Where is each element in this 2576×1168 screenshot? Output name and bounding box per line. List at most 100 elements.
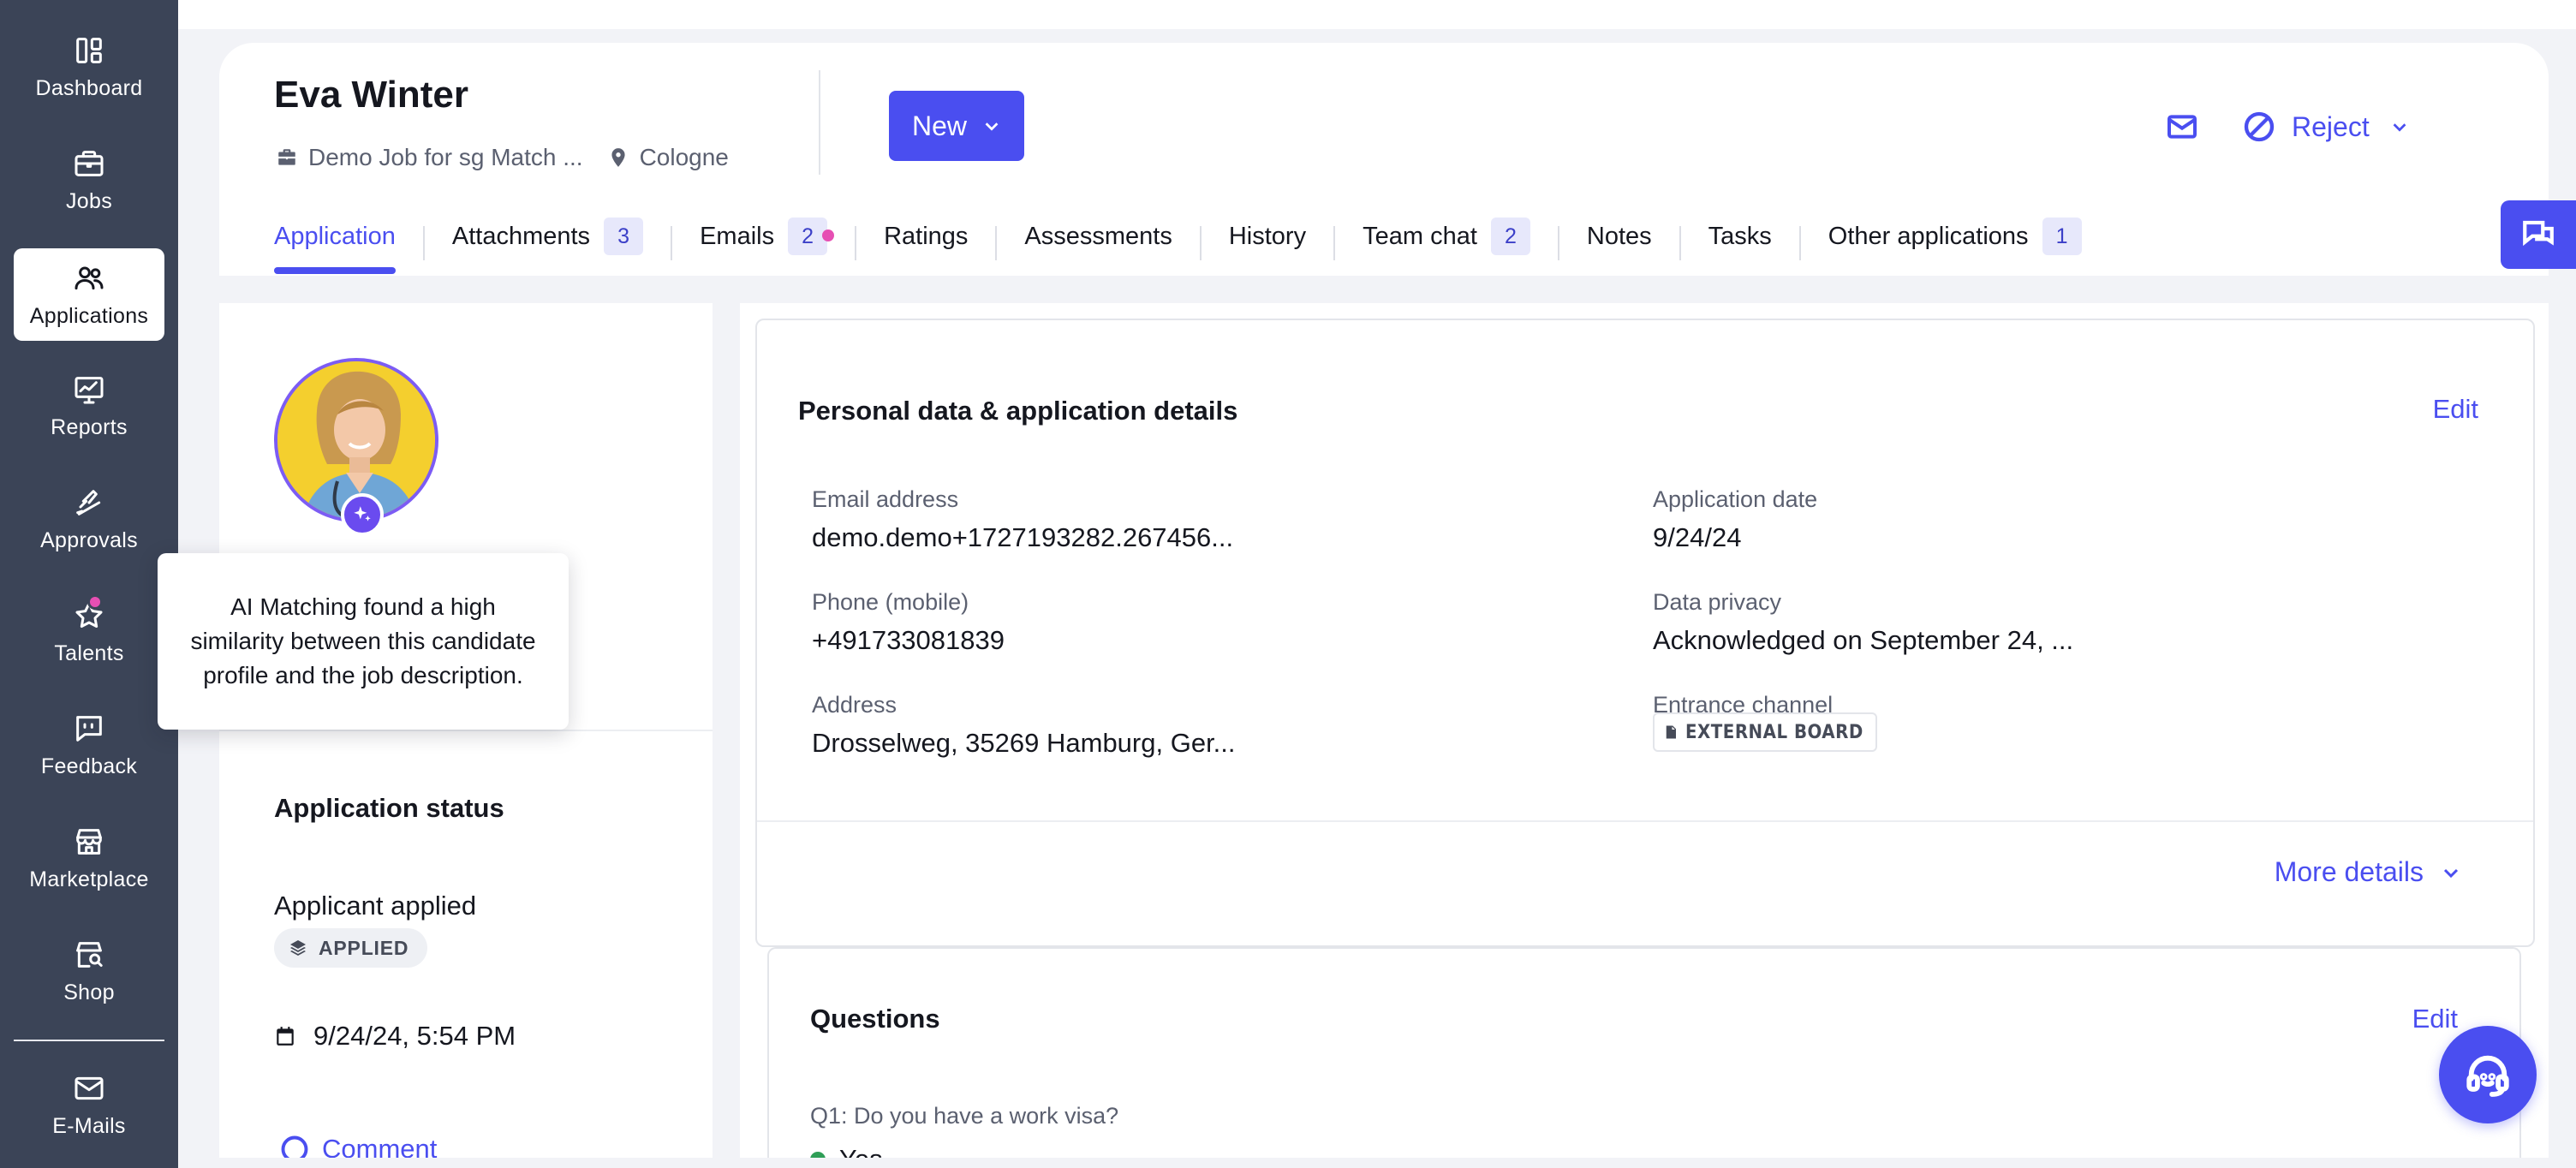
status-dropdown-label: New: [911, 110, 967, 141]
layers-icon: [290, 940, 306, 956]
tab-label: Application: [274, 223, 396, 250]
sparkles-icon: [354, 506, 371, 521]
briefcase-icon: [75, 150, 104, 176]
personal-data-card: Personal data & application details Edit…: [755, 319, 2535, 947]
tab-separator: [1333, 226, 1336, 260]
ban-icon: [2244, 111, 2275, 142]
sidebar-item-reports[interactable]: Reports: [14, 360, 164, 452]
tab-assessments[interactable]: Assessments: [1024, 206, 1172, 276]
more-details-toggle[interactable]: More details: [2275, 856, 2461, 888]
application-details: Personal data & application details Edit…: [740, 303, 2549, 1168]
sidebar-item-label: Dashboard: [35, 75, 143, 100]
candidate-profile-panel: Application status Applicant applied APP…: [219, 303, 713, 1168]
dashboard-icon: [76, 37, 102, 63]
status-dropdown-button[interactable]: New: [889, 91, 1024, 161]
support-chat-button[interactable]: [2439, 1026, 2537, 1123]
tab-ratings[interactable]: Ratings: [884, 206, 968, 276]
feedback-icon: [76, 715, 102, 742]
tab-label: Attachments: [451, 223, 591, 250]
sidebar-item-feedback[interactable]: Feedback: [14, 699, 164, 791]
tooltip-text: AI Matching found a high similarity betw…: [190, 593, 536, 688]
location-pin-icon: [611, 148, 625, 167]
tab-count: 1: [2042, 218, 2082, 255]
tab-separator: [995, 226, 998, 260]
candidate-job-link[interactable]: Demo Job for sg Match ...: [308, 144, 583, 171]
tab-count: 2: [1490, 218, 1530, 255]
tab-notes[interactable]: Notes: [1587, 206, 1652, 276]
sidebar-item-applications[interactable]: Applications: [14, 248, 164, 341]
questions-title: Questions: [810, 1004, 940, 1034]
tab-history[interactable]: History: [1229, 206, 1306, 276]
users-icon: [75, 266, 104, 289]
tab-other-applications[interactable]: Other applications 1: [1828, 206, 2082, 276]
tab-label: Notes: [1586, 223, 1652, 250]
tab-emails[interactable]: Emails 2: [700, 206, 835, 276]
tab-separator: [422, 226, 425, 260]
header-divider: [819, 70, 820, 175]
tab-team-chat[interactable]: Team chat 2: [1363, 206, 1530, 276]
entrance-channel-value: EXTERNAL BOARD: [1685, 721, 1863, 743]
chevron-down-icon: [985, 122, 999, 131]
sidebar-divider: [14, 1040, 164, 1041]
email-value[interactable]: demo.demo+1727193282.267456...: [812, 522, 1233, 553]
chevron-down-icon: [2393, 123, 2406, 132]
tab-label: Other applications: [1828, 223, 2029, 250]
sidebar-item-marketplace[interactable]: Marketplace: [14, 812, 164, 904]
tab-separator: [855, 226, 857, 260]
tab-separator: [1199, 226, 1202, 260]
questions-card: Questions Edit Q1: Do you have a work vi…: [767, 947, 2521, 1168]
question-1: Q1: Do you have a work visa?: [810, 1103, 1119, 1129]
reject-button[interactable]: Reject: [2242, 103, 2409, 151]
tab-separator: [1679, 226, 1681, 260]
tab-application[interactable]: Application: [274, 206, 396, 276]
personal-data-edit-link[interactable]: Edit: [2433, 394, 2478, 425]
application-tabs: Application Attachments 3 Emails 2 Ratings…: [274, 206, 2082, 276]
send-email-button[interactable]: [2162, 106, 2203, 147]
tab-attachments[interactable]: Attachments 3: [451, 206, 644, 276]
thumbs-up-icon: [76, 489, 101, 515]
candidate-meta: Demo Job for sg Match ... Cologne: [276, 144, 729, 171]
chart-icon: [75, 376, 104, 403]
status-date: 9/24/24, 5:54 PM: [274, 1021, 516, 1052]
sidebar-item-jobs[interactable]: Jobs: [14, 134, 164, 226]
candidate-location: Cologne: [639, 144, 729, 170]
candidate-header: Eva Winter Demo Job for sg Match ... Col…: [219, 43, 2549, 276]
tab-tasks[interactable]: Tasks: [1708, 206, 1772, 276]
sidebar-item-label: Shop: [63, 980, 115, 1004]
tab-label: History: [1228, 223, 1307, 250]
sidebar-item-approvals[interactable]: Approvals: [14, 473, 164, 565]
sidebar-item-label: Jobs: [65, 188, 112, 213]
reject-label: Reject: [2292, 110, 2370, 142]
sidebar: Dashboard Jobs Applications Reports Appr…: [0, 0, 178, 1168]
application-date-label: Application date: [1653, 486, 1818, 512]
sidebar-item-shop[interactable]: Shop: [14, 925, 164, 1017]
chat-bubbles-icon: [2523, 220, 2554, 247]
team-chat-side-button[interactable]: [2501, 200, 2576, 269]
ai-matching-badge[interactable]: [341, 493, 384, 536]
tab-count-value: 2: [802, 223, 814, 248]
sidebar-item-dashboard[interactable]: Dashboard: [14, 21, 164, 113]
questions-edit-link[interactable]: Edit: [2412, 1004, 2458, 1034]
emails-notification-dot: [822, 229, 835, 241]
ai-matching-tooltip: AI Matching found a high similarity betw…: [158, 553, 569, 730]
profile-divider: [219, 730, 713, 731]
sidebar-item-label: Marketplace: [29, 867, 149, 891]
phone-value[interactable]: +491733081839: [812, 625, 1005, 656]
top-strip: [178, 0, 2576, 29]
sidebar-item-emails[interactable]: E-Mails: [14, 1058, 164, 1151]
entrance-channel-badge: EXTERNAL BOARD: [1653, 712, 1877, 752]
tab-label: Assessments: [1024, 223, 1172, 250]
tab-label: Emails: [700, 223, 775, 250]
card-divider: [757, 820, 2533, 822]
application-status-title: Application status: [274, 793, 504, 823]
document-icon: [1666, 725, 1676, 739]
tab-separator: [671, 226, 673, 260]
tab-separator: [1798, 226, 1801, 260]
phone-label: Phone (mobile): [812, 589, 969, 615]
sidebar-item-label: Talents: [54, 641, 124, 665]
shop-search-icon: [76, 941, 103, 968]
status-date-value: 9/24/24, 5:54 PM: [313, 1021, 516, 1051]
status-badge: APPLIED: [274, 928, 428, 968]
briefcase-icon: [278, 149, 295, 165]
mail-icon: [2168, 115, 2197, 139]
